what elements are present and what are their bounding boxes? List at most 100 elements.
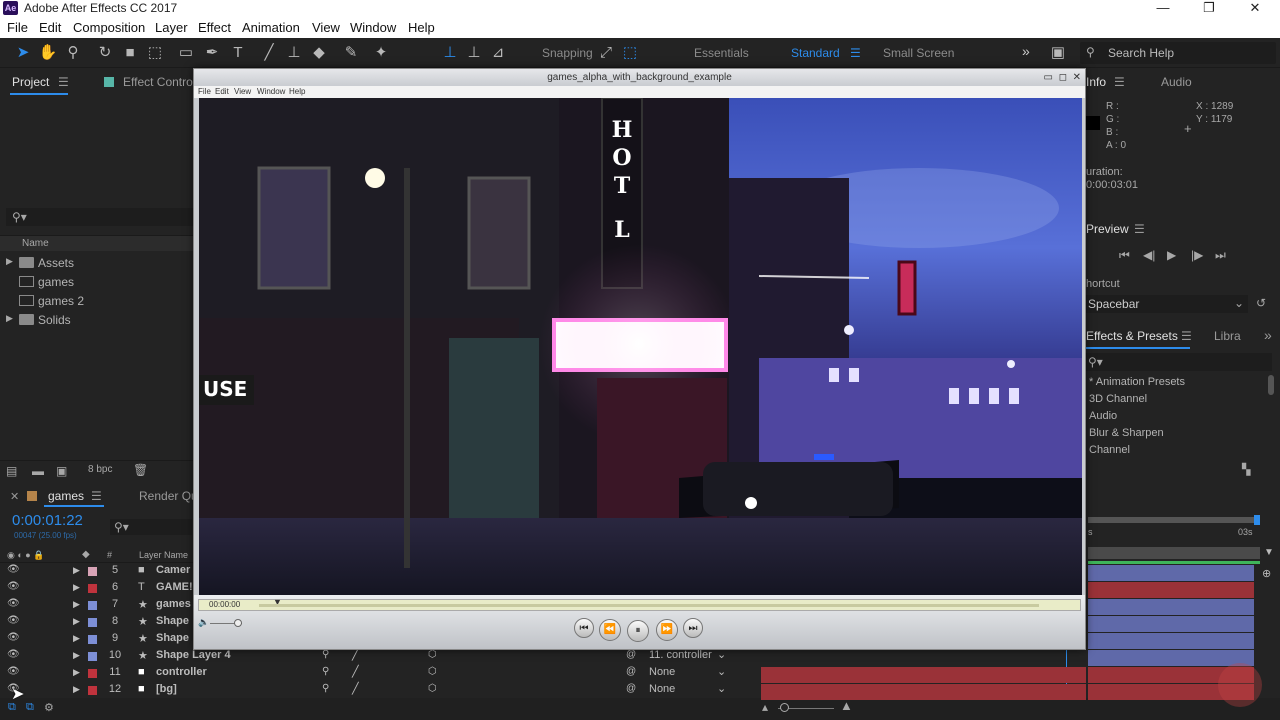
visibility-eye-icon[interactable]: 👁 (7, 598, 20, 609)
hand-tool-icon[interactable]: ✋ (38, 43, 58, 63)
player-menu-view[interactable]: View (234, 87, 251, 96)
first-frame-icon[interactable]: ⏮ (1119, 248, 1130, 263)
layer-label-color[interactable] (88, 567, 97, 576)
world-axis-mode-icon[interactable]: ⊥ (464, 43, 484, 63)
puppet-pin-tool-icon[interactable]: ✦ (371, 43, 391, 63)
bpc-button[interactable]: 8 bpc (88, 464, 112, 475)
time-navigator-end-handle[interactable] (1254, 515, 1260, 525)
comp-marker-icon[interactable]: ▼ (1264, 547, 1274, 559)
zoom-out-icon[interactable]: ▴ (762, 700, 768, 714)
new-folder-icon[interactable]: ▚ (1242, 463, 1250, 476)
panel-toggle-icon[interactable]: ▣ (1048, 43, 1068, 63)
menu-composition[interactable]: Composition (73, 20, 145, 35)
project-item[interactable]: games 2 (0, 292, 193, 311)
layer-label-color[interactable] (88, 635, 97, 644)
view-axis-mode-icon[interactable]: ⊿ (488, 43, 508, 63)
snap-grid-icon[interactable]: ⬚ (620, 43, 640, 63)
zoom-slider-handle[interactable] (780, 703, 789, 712)
expand-arrow-icon[interactable]: ▶ (73, 667, 80, 678)
layer-name[interactable]: GAME! (156, 581, 193, 593)
menu-effect[interactable]: Effect (198, 20, 231, 35)
layer-duration-bar[interactable] (1088, 565, 1254, 581)
effects-item[interactable]: Channel (1089, 444, 1130, 456)
layer-label-color[interactable] (88, 686, 97, 695)
visibility-eye-icon[interactable]: 👁 (7, 581, 20, 592)
timeline-menu-icon[interactable]: ☰ (91, 489, 102, 503)
rectangle-tool-icon[interactable]: ▭ (176, 43, 196, 63)
tab-render-queue[interactable]: Render Qu (139, 489, 198, 503)
restore-button[interactable]: ❐ (1186, 0, 1232, 17)
visibility-eye-icon[interactable]: 👁 (7, 564, 20, 575)
workspace-standard[interactable]: Standard (791, 46, 840, 60)
selection-tool-icon[interactable]: ➤ (13, 43, 33, 63)
expand-arrow-icon[interactable]: ▶ (73, 616, 80, 627)
quality-icon[interactable]: ╱ (352, 665, 359, 678)
volume-icon[interactable]: 🔈 (198, 617, 209, 628)
rotate-tool-icon[interactable]: ↻ (95, 43, 115, 63)
play-icon[interactable]: ▶ (1167, 248, 1176, 262)
menu-help[interactable]: Help (408, 20, 435, 35)
layer-name[interactable]: [bg] (156, 683, 177, 695)
roto-brush-tool-icon[interactable]: ✎ (341, 43, 361, 63)
effects-item[interactable]: 3D Channel (1089, 393, 1147, 405)
layer-duration-bar[interactable] (1088, 582, 1254, 598)
visibility-eye-icon[interactable]: 👁 (7, 649, 20, 660)
tab-project[interactable]: Project (12, 75, 49, 89)
pan-behind-tool-icon[interactable]: ⬚ (145, 43, 165, 63)
shortcut-dropdown[interactable]: Spacebar ⌄ (1086, 295, 1248, 313)
layer-name[interactable]: Camer (156, 564, 190, 576)
zoom-tool-icon[interactable]: ⚲ (63, 43, 83, 63)
effects-item[interactable]: * Animation Presets (1089, 376, 1185, 388)
layer-name[interactable]: Shape Layer 4 (156, 649, 231, 661)
reset-icon[interactable]: ↺ (1256, 296, 1266, 310)
type-tool-icon[interactable]: T (228, 43, 248, 63)
next-frame-icon[interactable]: |▶︎ (1191, 248, 1203, 262)
parent-dropdown[interactable]: None ⌄ (645, 682, 733, 698)
workspace-essentials[interactable]: Essentials (694, 46, 749, 60)
effects-scrollbar[interactable] (1268, 375, 1274, 395)
expand-arrow-icon[interactable]: ▶ (73, 684, 80, 695)
volume-slider-handle[interactable] (234, 619, 242, 627)
menu-layer[interactable]: Layer (155, 20, 188, 35)
pick-whip-icon[interactable]: @ (626, 649, 636, 660)
column-name[interactable]: Name (22, 238, 49, 249)
close-button[interactable]: ✕ (1232, 0, 1278, 17)
layer-label-color[interactable] (88, 669, 97, 678)
layer-search-input[interactable]: ⚲▾ (110, 519, 192, 535)
camera-tool-icon[interactable]: ■ (120, 43, 140, 63)
workspace-small-screen[interactable]: Small Screen (883, 46, 954, 60)
layer-row[interactable]: 👁 ▶ 12 ■ [bg] ⚲ ╱ ⬡ @ None ⌄ (0, 682, 760, 699)
tab-effect-controls[interactable]: Effect Contro (123, 75, 193, 89)
layer-duration-bar[interactable] (1088, 633, 1254, 649)
quality-icon[interactable]: ╱ (352, 682, 359, 695)
last-frame-icon[interactable]: ⏭ (1215, 248, 1226, 263)
current-timecode[interactable]: 0:00:01:22 (12, 512, 83, 529)
project-item[interactable]: ▶ Assets (0, 254, 193, 273)
shy-icon[interactable]: ⚲ (322, 649, 329, 660)
pick-whip-icon[interactable]: @ (626, 683, 636, 694)
tab-games[interactable]: games (48, 489, 84, 503)
layer-label-color[interactable] (88, 601, 97, 610)
minimize-button[interactable]: — (1140, 0, 1186, 17)
player-menu-edit[interactable]: Edit (215, 87, 229, 96)
interpret-footage-icon[interactable]: ▤ (6, 464, 17, 478)
layer-row[interactable]: 👁 ▶ 11 ■ controller ⚲ ╱ ⬡ @ None ⌄ (0, 665, 760, 682)
toggle-modes-icon[interactable]: ⧉ (26, 701, 34, 714)
clone-stamp-tool-icon[interactable]: ⊥ (284, 43, 304, 63)
player-menu-window[interactable]: Window (257, 87, 285, 96)
menu-view[interactable]: View (312, 20, 340, 35)
tab-info[interactable]: Info (1086, 75, 1106, 89)
player-menu-file[interactable]: File (198, 87, 211, 96)
project-item[interactable]: games (0, 273, 193, 292)
skip-to-end-icon[interactable]: ⏭ (683, 618, 703, 638)
layer-duration-bar[interactable] (1088, 599, 1254, 615)
visibility-eye-icon[interactable]: 👁 (7, 666, 20, 677)
brush-tool-icon[interactable]: ╱ (259, 43, 279, 63)
search-help-field[interactable]: ⚲ Search Help (1080, 42, 1276, 64)
video-player-window[interactable]: games_alpha_with_background_example ▭ ◻ … (193, 68, 1086, 650)
new-folder-icon[interactable]: ▬ (32, 464, 44, 478)
rewind-icon[interactable]: ⏪ (599, 619, 621, 641)
tab-effects-presets[interactable]: Effects & Presets (1086, 329, 1178, 343)
eraser-tool-icon[interactable]: ◆ (309, 43, 329, 63)
visibility-eye-icon[interactable]: 👁 (7, 615, 20, 626)
